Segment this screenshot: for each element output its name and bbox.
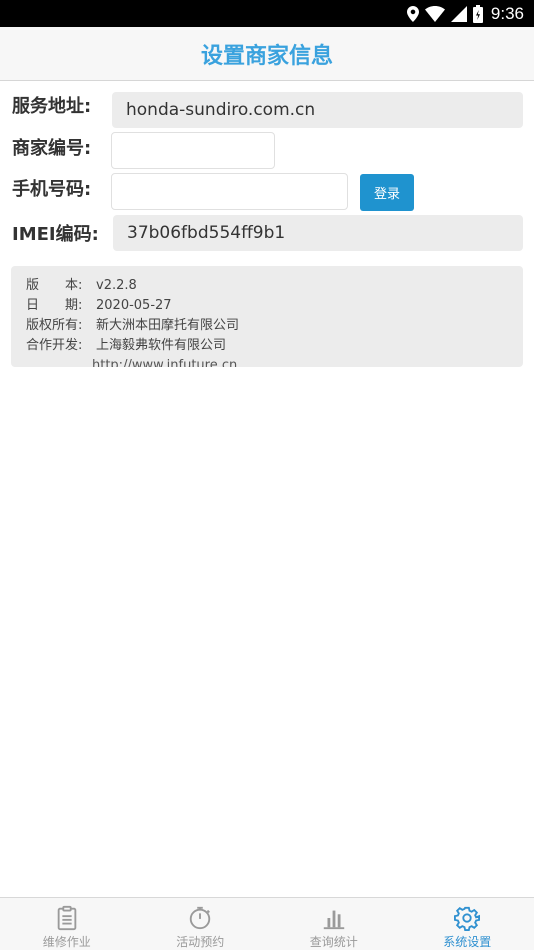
phone-number-input[interactable] <box>111 173 348 210</box>
about-info-box: 版 本: v2.2.8 日 期: 2020-05-27 版权所有: 新大洲本田摩托有限… <box>11 266 523 367</box>
location-icon <box>406 5 419 22</box>
website-link[interactable]: http://www.infuture.cn <box>26 358 237 367</box>
date-key: 日 期: <box>26 298 83 313</box>
merchant-number-input[interactable] <box>111 132 275 169</box>
nav-label-settings: 系统设置 <box>443 935 492 949</box>
nav-label-appointment: 活动预约 <box>176 935 225 949</box>
nav-label-maintenance: 维修作业 <box>42 935 91 949</box>
server-address-field: honda-sundiro.com.cn <box>112 92 523 128</box>
developer-row: 合作开发: 上海毅弗软件有限公司 <box>26 336 523 356</box>
bottom-nav: 维修作业 活动预约 查询统计 系统设置 <box>0 897 534 950</box>
phone-number-label: 手机号码: <box>12 179 92 200</box>
status-time: 9:36 <box>490 3 524 23</box>
version-key: 版 本: <box>26 278 83 293</box>
merchant-number-label: 商家编号: <box>12 138 92 159</box>
signal-icon <box>450 5 467 22</box>
version-row: 版 本: v2.2.8 <box>26 276 523 296</box>
date-value: 2020-05-27 <box>96 298 172 313</box>
copyright-value: 新大洲本田摩托有限公司 <box>96 318 240 333</box>
nav-item-settings[interactable]: 系统设置 <box>401 898 534 950</box>
version-value: v2.2.8 <box>96 278 137 293</box>
gear-icon <box>454 906 481 931</box>
status-icons: 9:36 <box>406 0 524 27</box>
page-title: 设置商家信息 <box>200 43 333 69</box>
nav-label-statistics: 查询统计 <box>309 935 358 949</box>
stopwatch-icon <box>190 906 211 930</box>
server-address-label: 服务地址: <box>12 96 92 117</box>
copyright-key: 版权所有: <box>26 318 83 333</box>
bar-chart-icon <box>323 910 344 930</box>
date-row: 日 期: 2020-05-27 <box>26 296 523 316</box>
imei-value: 37b06fbd554ff9b1 <box>127 223 286 243</box>
nav-item-statistics[interactable]: 查询统计 <box>267 898 401 950</box>
imei-field: 37b06fbd554ff9b1 <box>113 215 523 251</box>
imei-label: IMEI编码: <box>12 224 99 245</box>
developer-key: 合作开发: <box>26 338 83 353</box>
developer-value: 上海毅弗软件有限公司 <box>96 338 227 353</box>
page-header: 设置商家信息 <box>0 27 534 81</box>
website-row: http://www.infuture.cn <box>26 356 523 367</box>
copyright-row: 版权所有: 新大洲本田摩托有限公司 <box>26 316 523 336</box>
status-bar: 9:36 <box>0 0 534 27</box>
battery-icon <box>472 4 483 23</box>
clipboard-icon <box>57 905 77 931</box>
server-address-value: honda-sundiro.com.cn <box>126 100 316 120</box>
wifi-icon <box>424 5 445 22</box>
nav-item-appointment[interactable]: 活动预约 <box>134 898 268 950</box>
login-button[interactable]: 登录 <box>360 174 414 211</box>
nav-item-maintenance[interactable]: 维修作业 <box>0 898 134 950</box>
